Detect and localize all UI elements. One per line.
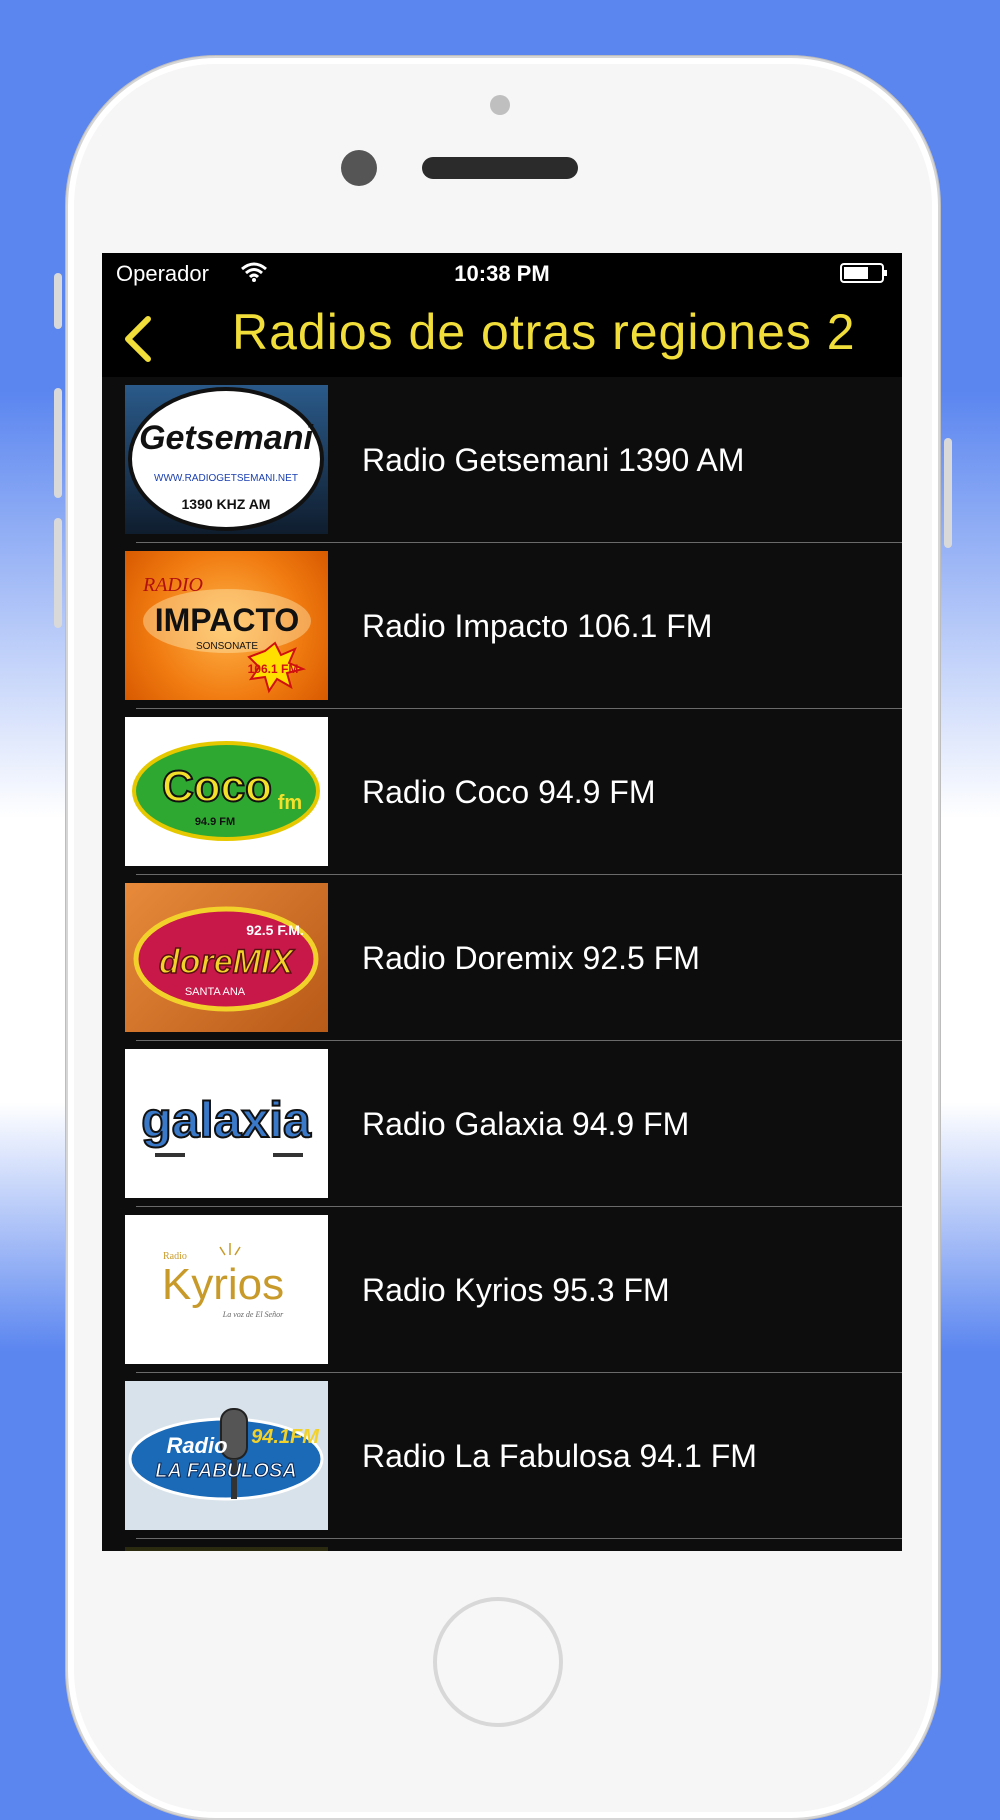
svg-text:fm: fm [278,792,302,814]
station-row-impacto[interactable]: RADIO IMPACTO SONSONATE 106.1 FM Radio I… [102,543,902,709]
battery-icon [840,263,887,283]
front-camera [341,150,377,186]
station-logo-doremix: 92.5 F.M. doreMIX SANTA ANA [125,883,328,1032]
svg-text:Radio: Radio [166,1433,227,1458]
svg-text:SANTA ANA: SANTA ANA [185,986,246,998]
svg-text:doreMIX: doreMIX [159,943,295,981]
station-name: Radio Impacto 106.1 FM [362,608,713,644]
station-list[interactable]: Getsemani WWW.RADIOGETSEMANI.NET 1390 KH… [102,377,902,1551]
svg-text:106.1 FM: 106.1 FM [248,662,299,676]
volume-up-button [54,388,62,498]
station-row-doremix[interactable]: 92.5 F.M. doreMIX SANTA ANA Radio Doremi… [102,875,902,1041]
svg-text:Getsemani: Getsemani [139,419,314,457]
station-logo-getsemani: Getsemani WWW.RADIOGETSEMANI.NET 1390 KH… [125,385,328,534]
station-row-getsemani[interactable]: Getsemani WWW.RADIOGETSEMANI.NET 1390 KH… [102,377,902,543]
station-name: Radio Getsemani 1390 AM [362,442,745,478]
back-chevron-icon[interactable] [116,309,160,365]
navigation-bar: Radios de otras regiones 2 [102,295,902,377]
station-row-la-fabulosa[interactable]: Radio 94.1FM LA FABULOSA Radio La Fabulo… [102,1373,902,1539]
app-screen: Operador 10:38 PM Radios de otras region… [102,253,902,1551]
page-title: Radios de otras regiones 2 [232,304,856,360]
station-logo-la-fabulosa: Radio 94.1FM LA FABULOSA [125,1381,328,1530]
station-logo-impacto: RADIO IMPACTO SONSONATE 106.1 FM [125,551,328,700]
volume-down-button [54,518,62,628]
station-logo-partial [125,1547,328,1551]
svg-text:Kyrios: Kyrios [162,1260,284,1309]
svg-text:LA FABULOSA: LA FABULOSA [155,1460,296,1482]
power-button [944,438,952,548]
station-row-kyrios[interactable]: Radio Kyrios La voz de El Señor Radio Ky… [102,1207,902,1373]
mute-switch [54,273,62,329]
svg-text:94.9 FM: 94.9 FM [195,816,235,828]
station-logo-galaxia: galaxia [125,1049,328,1198]
station-row-partial[interactable] [102,1539,902,1551]
status-bar: Operador 10:38 PM [102,253,902,295]
clock: 10:38 PM [454,261,550,286]
svg-text:WWW.RADIOGETSEMANI.NET: WWW.RADIOGETSEMANI.NET [154,473,298,484]
station-name: Radio Kyrios 95.3 FM [362,1272,670,1308]
home-button[interactable] [433,1597,563,1727]
proximity-sensor [490,95,510,115]
station-name: Radio Coco 94.9 FM [362,774,656,810]
svg-text:1390 KHZ AM: 1390 KHZ AM [182,496,271,512]
svg-text:SONSONATE: SONSONATE [196,641,258,652]
station-name: Radio Doremix 92.5 FM [362,940,700,976]
svg-text:galaxia: galaxia [141,1092,312,1148]
station-name: Radio Galaxia 94.9 FM [362,1106,690,1142]
station-logo-coco: Coco fm 94.9 FM [125,717,328,866]
svg-text:94.1FM: 94.1FM [251,1426,320,1448]
station-name: Radio La Fabulosa 94.1 FM [362,1438,757,1474]
svg-text:IMPACTO: IMPACTO [155,602,300,638]
station-row-galaxia[interactable]: galaxia Radio Galaxia 94.9 FM [102,1041,902,1207]
svg-text:La voz de El Señor: La voz de El Señor [222,1310,284,1319]
svg-text:92.5 F.M.: 92.5 F.M. [246,922,304,938]
svg-text:Coco: Coco [162,762,272,811]
station-row-coco[interactable]: Coco fm 94.9 FM Radio Coco 94.9 FM [102,709,902,875]
earpiece-speaker [422,157,578,179]
station-logo-kyrios: Radio Kyrios La voz de El Señor [125,1215,328,1364]
